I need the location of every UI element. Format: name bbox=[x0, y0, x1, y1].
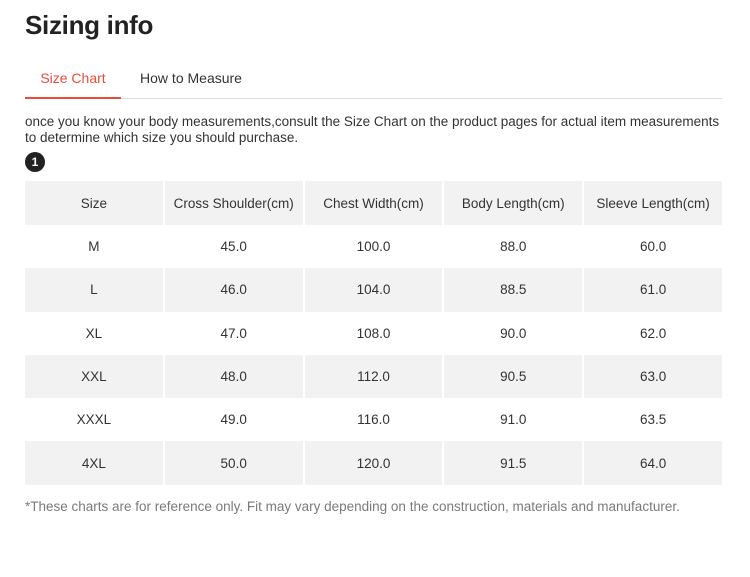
tab-bar: Size Chart How to Measure bbox=[25, 62, 722, 99]
cell-sleeve-length: 63.0 bbox=[582, 354, 722, 399]
cell-cross-shoulder: 48.0 bbox=[162, 354, 303, 399]
table-row: XL 47.0 108.0 90.0 62.0 bbox=[25, 311, 722, 355]
cell-body-length: 88.0 bbox=[442, 225, 583, 269]
cell-body-length: 91.0 bbox=[442, 398, 583, 442]
table-row: XXXL 49.0 116.0 91.0 63.5 bbox=[25, 398, 722, 442]
disclaimer-note: *These charts are for reference only. Fi… bbox=[25, 499, 680, 514]
cell-size: M bbox=[25, 225, 163, 269]
cell-cross-shoulder: 47.0 bbox=[162, 311, 303, 355]
tab-how-to-measure[interactable]: How to Measure bbox=[131, 62, 251, 98]
cell-size: XXXL bbox=[25, 398, 163, 442]
cell-cross-shoulder: 50.0 bbox=[162, 441, 303, 485]
cell-size: 4XL bbox=[25, 441, 163, 485]
cell-cross-shoulder: 46.0 bbox=[162, 268, 303, 312]
intro-text: once you know your body measurements,con… bbox=[25, 114, 720, 145]
table-row: XXL 48.0 112.0 90.5 63.0 bbox=[25, 354, 722, 399]
cell-cross-shoulder: 49.0 bbox=[162, 398, 303, 442]
cell-chest-width: 104.0 bbox=[302, 268, 443, 312]
cell-chest-width: 100.0 bbox=[302, 225, 443, 269]
cell-chest-width: 120.0 bbox=[302, 441, 443, 485]
tab-size-chart[interactable]: Size Chart bbox=[25, 62, 121, 99]
cell-body-length: 90.0 bbox=[442, 311, 583, 355]
cell-sleeve-length: 60.0 bbox=[582, 225, 722, 269]
cell-sleeve-length: 63.5 bbox=[582, 398, 722, 442]
cell-size: XXL bbox=[25, 354, 163, 399]
cell-body-length: 90.5 bbox=[442, 354, 583, 399]
table-row: M 45.0 100.0 88.0 60.0 bbox=[25, 225, 722, 269]
header-cell-chest-width: Chest Width(cm) bbox=[302, 181, 443, 225]
cell-cross-shoulder: 45.0 bbox=[162, 225, 303, 269]
header-cell-size: Size bbox=[25, 181, 163, 225]
table-row: L 46.0 104.0 88.5 61.0 bbox=[25, 268, 722, 312]
header-cell-body-length: Body Length(cm) bbox=[442, 181, 583, 225]
header-cell-cross-shoulder: Cross Shoulder(cm) bbox=[162, 181, 303, 225]
cell-chest-width: 108.0 bbox=[302, 311, 443, 355]
size-chart-table: Size Cross Shoulder(cm) Chest Width(cm) … bbox=[25, 181, 722, 485]
step-number-badge: 1 bbox=[25, 152, 45, 172]
cell-size: L bbox=[25, 268, 163, 312]
cell-sleeve-length: 64.0 bbox=[582, 441, 722, 485]
header-cell-sleeve-length: Sleeve Length(cm) bbox=[582, 181, 722, 225]
cell-sleeve-length: 62.0 bbox=[582, 311, 722, 355]
cell-size: XL bbox=[25, 311, 163, 355]
cell-chest-width: 112.0 bbox=[302, 354, 443, 399]
table-row: 4XL 50.0 120.0 91.5 64.0 bbox=[25, 441, 722, 485]
cell-body-length: 91.5 bbox=[442, 441, 583, 485]
page-title: Sizing info bbox=[25, 10, 154, 40]
cell-body-length: 88.5 bbox=[442, 268, 583, 312]
cell-sleeve-length: 61.0 bbox=[582, 268, 722, 312]
cell-chest-width: 116.0 bbox=[302, 398, 443, 442]
table-header-row: Size Cross Shoulder(cm) Chest Width(cm) … bbox=[25, 181, 722, 225]
